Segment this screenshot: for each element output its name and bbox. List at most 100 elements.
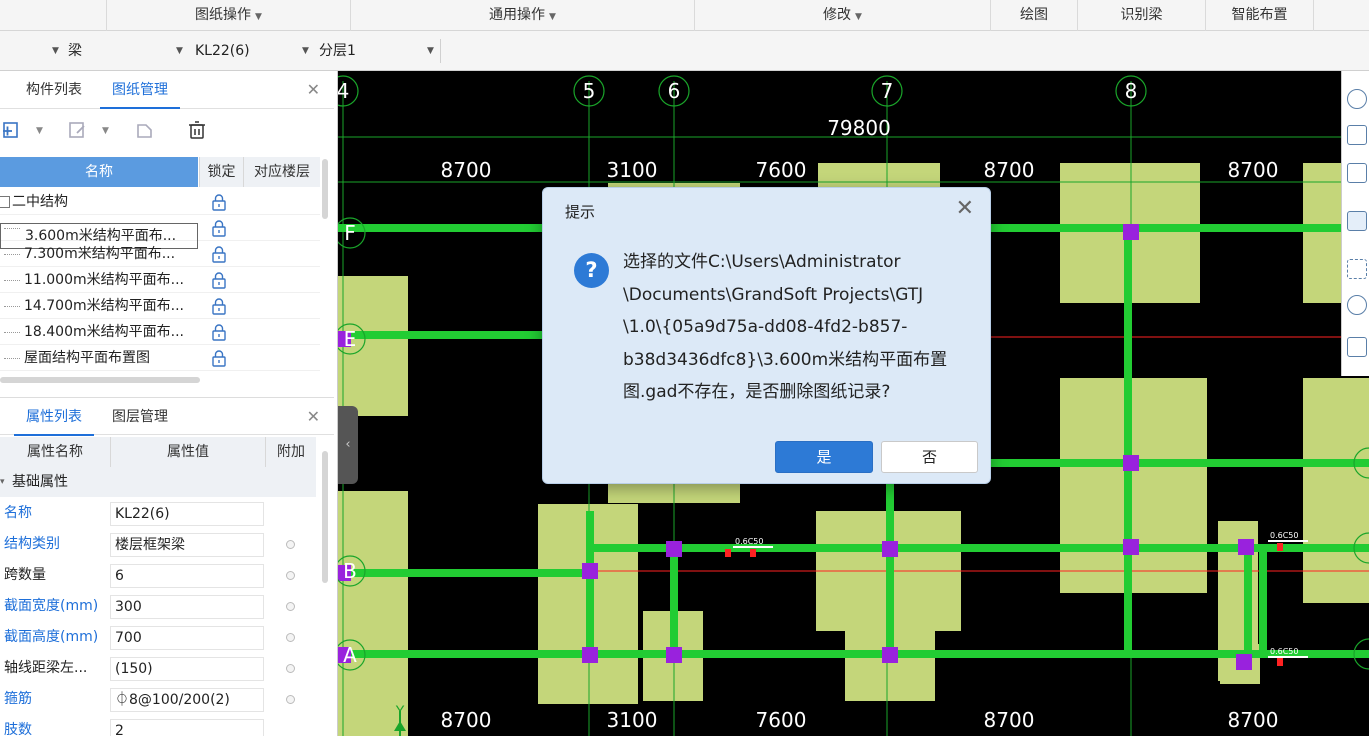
chevron-down-icon[interactable]: ▼: [302, 39, 314, 63]
property-value-field[interactable]: 2: [110, 719, 264, 736]
attach-radio[interactable]: [286, 695, 295, 704]
dialog-title: 提示: [565, 203, 596, 221]
list-item[interactable]: 3.600m米结构平面布...: [0, 215, 320, 249]
lock-icon[interactable]: [210, 323, 228, 341]
add-drawing-icon[interactable]: [0, 119, 24, 143]
ribbon-group-common-ops[interactable]: 通用操作 ▼: [350, 0, 694, 31]
tree-connector: [4, 306, 20, 307]
trash-icon[interactable]: [185, 119, 209, 143]
list-item-group[interactable]: 二中结构: [0, 189, 320, 215]
beam-node: [1236, 654, 1252, 670]
attach-radio[interactable]: [286, 664, 295, 673]
horizontal-scrollbar[interactable]: [0, 377, 200, 383]
yes-button[interactable]: 是: [775, 441, 873, 473]
property-value-field[interactable]: (150): [110, 657, 264, 681]
dimension-label: 3100: [607, 708, 658, 732]
property-value-field[interactable]: ⏀8@100/200(2): [110, 688, 264, 712]
no-button[interactable]: 否: [881, 441, 978, 473]
dimension-label: 8700: [1228, 158, 1279, 182]
ribbon-group-label: 通用操作: [489, 7, 546, 23]
property-row: 截面宽度(mm) 300: [0, 591, 316, 622]
drawing-name: 14.700m米结构平面布...: [24, 298, 184, 314]
ribbon-group-drawing-ops[interactable]: 图纸操作 ▼: [106, 0, 350, 31]
lock-icon[interactable]: [210, 219, 228, 237]
list-item[interactable]: 7.300m米结构平面布...: [0, 241, 320, 267]
property-panel-tabs: 属性列表 图层管理 ✕: [0, 397, 334, 436]
property-value-field[interactable]: 楼层框架梁: [110, 533, 264, 557]
close-icon[interactable]: ✕: [307, 398, 320, 436]
axis-label: 5: [583, 79, 596, 103]
property-list-scrollbar[interactable]: [322, 451, 328, 583]
orbit-icon[interactable]: [1347, 89, 1367, 109]
tab-drawing-management[interactable]: 图纸管理: [100, 71, 180, 109]
ribbon-group-draw[interactable]: 绘图: [990, 0, 1077, 31]
tab-layer-management[interactable]: 图层管理: [100, 398, 180, 436]
edit-drawing-icon[interactable]: [66, 119, 90, 143]
axis-label: E: [344, 327, 357, 351]
column-property-name: 属性名称: [27, 444, 83, 460]
layer-select[interactable]: 分层1 ▼: [319, 39, 441, 63]
column-lock[interactable]: 锁定: [199, 157, 243, 187]
dimension-label: 8700: [984, 158, 1035, 182]
lock-icon[interactable]: [210, 193, 228, 211]
list-item[interactable]: 屋面结构平面布置图: [0, 345, 320, 371]
lock-icon[interactable]: [210, 297, 228, 315]
ribbon-group-more[interactable]: [1313, 0, 1369, 31]
attach-radio[interactable]: [286, 540, 295, 549]
property-value-field[interactable]: 300: [110, 595, 264, 619]
close-icon[interactable]: ✕: [307, 71, 320, 109]
list-item[interactable]: 14.700m米结构平面布...: [0, 293, 320, 319]
beam-node: [1238, 539, 1254, 555]
beam-node: [582, 563, 598, 579]
drawing-panel-tabs: 构件列表 图纸管理 ✕: [0, 71, 334, 109]
display-cube-icon[interactable]: [1347, 295, 1367, 315]
close-icon[interactable]: ✕: [956, 197, 974, 221]
chevron-down-icon[interactable]: ▼: [102, 119, 114, 143]
front-view-icon[interactable]: [1347, 211, 1367, 231]
property-section-header[interactable]: ▾ 基础属性: [0, 467, 316, 497]
drawing-list-scrollbar[interactable]: [322, 159, 328, 219]
collapse-panel-handle[interactable]: ‹: [338, 406, 358, 484]
property-value-field[interactable]: 6: [110, 564, 264, 588]
tree-connector: [4, 332, 20, 333]
chevron-down-icon[interactable]: ▼: [36, 119, 48, 143]
property-value-field[interactable]: 700: [110, 626, 264, 650]
split-drawing-icon[interactable]: [133, 119, 157, 143]
lock-icon[interactable]: [210, 271, 228, 289]
chevron-down-icon[interactable]: ▼: [176, 39, 188, 63]
property-value-field[interactable]: KL22(6): [110, 502, 264, 526]
top-view-icon[interactable]: [1347, 163, 1367, 183]
message-line: \1.0\{05a9d75a-dd08-4fd2-b857-: [623, 317, 908, 337]
chevron-down-icon[interactable]: ▾: [0, 467, 5, 497]
lock-icon[interactable]: [210, 349, 228, 367]
attach-radio[interactable]: [286, 571, 295, 580]
list-item[interactable]: 18.400m米结构平面布...: [0, 319, 320, 345]
lock-icon[interactable]: [210, 245, 228, 263]
ribbon-group-smart-layout[interactable]: 智能布置: [1205, 0, 1313, 31]
drawing-name: 11.000m米结构平面布...: [24, 272, 184, 288]
attach-radio[interactable]: [286, 602, 295, 611]
tab-property-list[interactable]: 属性列表: [14, 398, 94, 436]
chevron-down-icon: ▼: [255, 12, 262, 22]
drawing-name: 屋面结构平面布置图: [24, 350, 150, 366]
collapse-box-icon[interactable]: [0, 196, 10, 208]
column-name[interactable]: 名称: [0, 157, 198, 187]
list-item[interactable]: 11.000m米结构平面布...: [0, 267, 320, 293]
rebar-marker: [725, 549, 731, 557]
layer-settings-icon[interactable]: [1347, 337, 1367, 357]
select-box-icon[interactable]: [1347, 259, 1367, 279]
chevron-down-icon[interactable]: ▼: [52, 39, 62, 63]
ribbon-group-identify-beam[interactable]: 识别梁: [1077, 0, 1205, 31]
tree-connector: [4, 254, 20, 255]
component-select[interactable]: KL22(6): [195, 39, 305, 63]
view-3d-icon[interactable]: [1347, 125, 1367, 145]
tab-component-list[interactable]: 构件列表: [14, 71, 94, 109]
message-line: b38d3436dfc8}\3.600m米结构平面布置: [623, 349, 948, 370]
ribbon-group-modify[interactable]: 修改 ▼: [694, 0, 990, 31]
attach-radio[interactable]: [286, 633, 295, 642]
type-select[interactable]: 梁: [68, 39, 178, 63]
column-floor[interactable]: 对应楼层: [243, 157, 320, 187]
beam-node: [1123, 455, 1139, 471]
column-attach: 附加: [265, 437, 316, 467]
dimension-label: 7600: [756, 158, 807, 182]
